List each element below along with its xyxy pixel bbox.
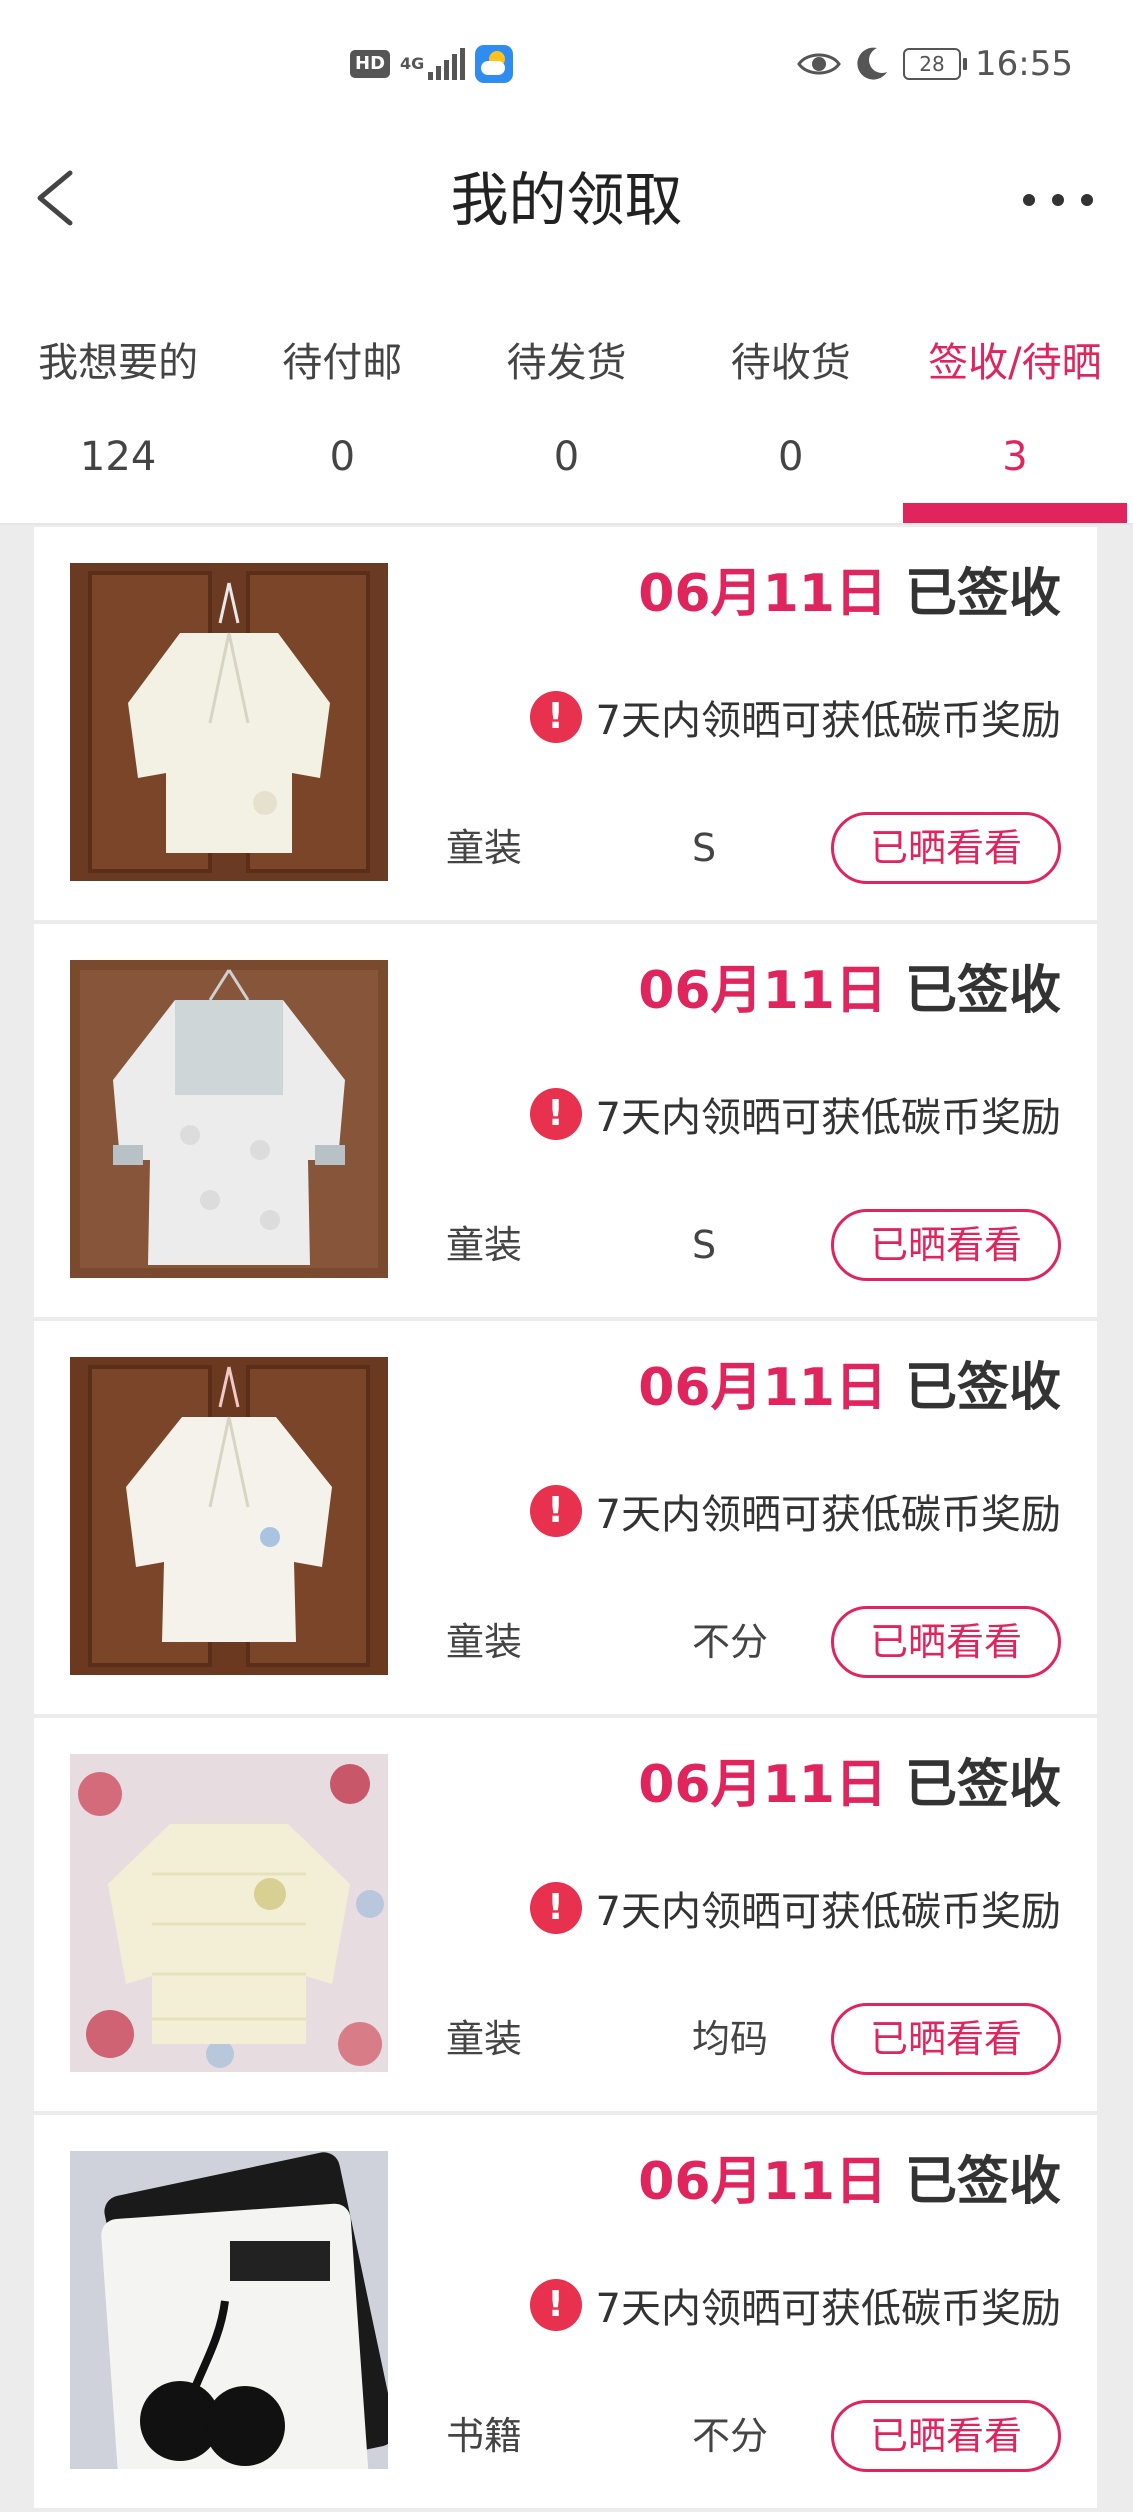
hd-icon: HD	[350, 50, 391, 78]
received-date: 06月11日	[638, 1755, 887, 1815]
received-date: 06月11日	[638, 2152, 887, 2212]
reward-notice: ! 7天内领晒可获低碳币奖励	[529, 689, 1061, 745]
white-baby-shirt-image	[70, 1357, 388, 1675]
view-share-button[interactable]: 已晒看看	[831, 812, 1061, 884]
tab-received-to-share[interactable]: 签收/待晒 3	[902, 320, 1128, 525]
tab-count: 0	[777, 434, 804, 480]
tab-want[interactable]: 我想要的 124	[6, 320, 230, 525]
reward-text: 7天内领晒可获低碳币奖励	[595, 1095, 1061, 1141]
moon-icon	[857, 47, 888, 80]
reward-notice: ! 7天内领晒可获低碳币奖励	[529, 1483, 1061, 1539]
item-thumbnail[interactable]	[70, 1357, 388, 1675]
tabs-divider	[0, 523, 1133, 525]
received-status: 已签收	[904, 564, 1061, 624]
more-options-button[interactable]	[1023, 180, 1093, 220]
more-dot-icon	[1081, 194, 1093, 206]
tab-awaiting-shipment[interactable]: 待发货 0	[454, 320, 678, 525]
more-dot-icon	[1052, 194, 1064, 206]
grey-baby-romper-image	[70, 960, 388, 1278]
status-bar-left: HD 4G	[350, 44, 514, 84]
item-status-line: 06月11日 已签收	[638, 1353, 1061, 1423]
item-size: 不分	[692, 2414, 769, 2458]
item-status-line: 06月11日 已签收	[638, 1750, 1061, 1820]
item-status-line: 06月11日 已签收	[638, 956, 1061, 1026]
item-category: 童装	[446, 2017, 523, 2061]
network-type-label: 4G	[400, 54, 425, 73]
white-baby-jacket-image	[70, 563, 388, 881]
item-thumbnail[interactable]	[70, 1754, 388, 2072]
eye-icon	[797, 53, 841, 75]
item-category: 童装	[446, 1620, 523, 1664]
item-thumbnail[interactable]	[70, 960, 388, 1278]
tab-label: 待收货	[730, 340, 851, 386]
tab-count: 3	[1002, 434, 1028, 480]
item-size: S	[692, 826, 717, 870]
item-status-line: 06月11日 已签收	[638, 559, 1061, 629]
alert-icon: !	[529, 1485, 582, 1537]
page-title: 我的领取	[450, 166, 683, 234]
tab-count: 0	[553, 434, 580, 480]
reward-notice: ! 7天内领晒可获低碳币奖励	[529, 1086, 1061, 1142]
active-tab-indicator	[902, 503, 1128, 523]
item-thumbnail[interactable]	[70, 2151, 388, 2469]
reward-notice: ! 7天内领晒可获低碳币奖励	[529, 2277, 1061, 2333]
status-bar: HD 4G 28 16:55	[0, 0, 1133, 130]
item-category: 童装	[446, 826, 523, 870]
received-date: 06月11日	[638, 1358, 887, 1418]
tab-count: 124	[79, 434, 157, 480]
list-item[interactable]: 06月11日 已签收 ! 7天内领晒可获低碳币奖励 童装 不分 已晒看看	[34, 1321, 1097, 1714]
received-status: 已签收	[904, 1755, 1061, 1815]
order-status-tabs: 我想要的 124 待付邮 0 待发货 0 待收货 0 签收/待晒 3	[0, 320, 1133, 525]
item-thumbnail[interactable]	[70, 563, 388, 881]
received-date: 06月11日	[638, 564, 887, 624]
view-share-button[interactable]: 已晒看看	[831, 2400, 1061, 2472]
reward-text: 7天内领晒可获低碳币奖励	[595, 2286, 1061, 2332]
reward-text: 7天内领晒可获低碳币奖励	[595, 698, 1061, 744]
alert-icon: !	[529, 2279, 582, 2331]
view-share-button[interactable]: 已晒看看	[831, 2003, 1061, 2075]
item-status-line: 06月11日 已签收	[638, 2147, 1061, 2217]
view-share-button[interactable]: 已晒看看	[831, 1209, 1061, 1281]
item-category: 童装	[446, 1223, 523, 1267]
item-size: S	[692, 1223, 717, 1267]
alert-icon: !	[529, 1088, 582, 1140]
tab-awaiting-receipt[interactable]: 待收货 0	[679, 320, 903, 525]
list-item[interactable]: 06月11日 已签收 ! 7天内领晒可获低碳币奖励 童装 S 已晒看看	[34, 527, 1097, 920]
cream-striped-top-image	[70, 1754, 388, 2072]
item-size: 均码	[692, 2017, 769, 2061]
item-category: 书籍	[446, 2414, 523, 2458]
view-share-button[interactable]: 已晒看看	[831, 1606, 1061, 1678]
alert-icon: !	[529, 691, 582, 743]
list-item[interactable]: 06月11日 已签收 ! 7天内领晒可获低碳币奖励 童装 均码 已晒看看	[34, 1718, 1097, 2111]
black-white-flash-cards-image	[70, 2151, 388, 2469]
tab-label: 待付邮	[282, 340, 403, 386]
alert-icon: !	[529, 1882, 582, 1934]
list-item[interactable]: 06月11日 已签收 ! 7天内领晒可获低碳币奖励 书籍 不分 已晒看看	[34, 2115, 1097, 2508]
more-dot-icon	[1023, 194, 1035, 206]
navigation-bar: 我的领取	[0, 130, 1133, 320]
status-bar-right: 28 16:55	[797, 40, 1073, 88]
tab-count: 0	[329, 434, 356, 480]
tab-label: 待发货	[506, 340, 627, 386]
received-status: 已签收	[904, 2152, 1061, 2212]
received-items-list: 06月11日 已签收 ! 7天内领晒可获低碳币奖励 童装 S 已晒看看 06月1…	[34, 527, 1097, 2512]
reward-text: 7天内领晒可获低碳币奖励	[595, 1889, 1061, 1935]
weather-app-icon	[475, 45, 514, 83]
tab-label: 签收/待晒	[928, 340, 1102, 386]
received-status: 已签收	[904, 961, 1061, 1021]
received-date: 06月11日	[638, 961, 887, 1021]
reward-notice: ! 7天内领晒可获低碳币奖励	[529, 1880, 1061, 1936]
battery-icon: 28	[903, 48, 968, 80]
list-item[interactable]: 06月11日 已签收 ! 7天内领晒可获低碳币奖励 童装 S 已晒看看	[34, 924, 1097, 1317]
reward-text: 7天内领晒可获低碳币奖励	[595, 1492, 1061, 1538]
tab-awaiting-postage[interactable]: 待付邮 0	[230, 320, 454, 525]
received-status: 已签收	[904, 1358, 1061, 1418]
item-size: 不分	[692, 1620, 769, 1664]
clock-time: 16:55	[975, 44, 1073, 84]
tab-label: 我想要的	[38, 340, 199, 386]
signal-strength-icon	[428, 48, 466, 80]
